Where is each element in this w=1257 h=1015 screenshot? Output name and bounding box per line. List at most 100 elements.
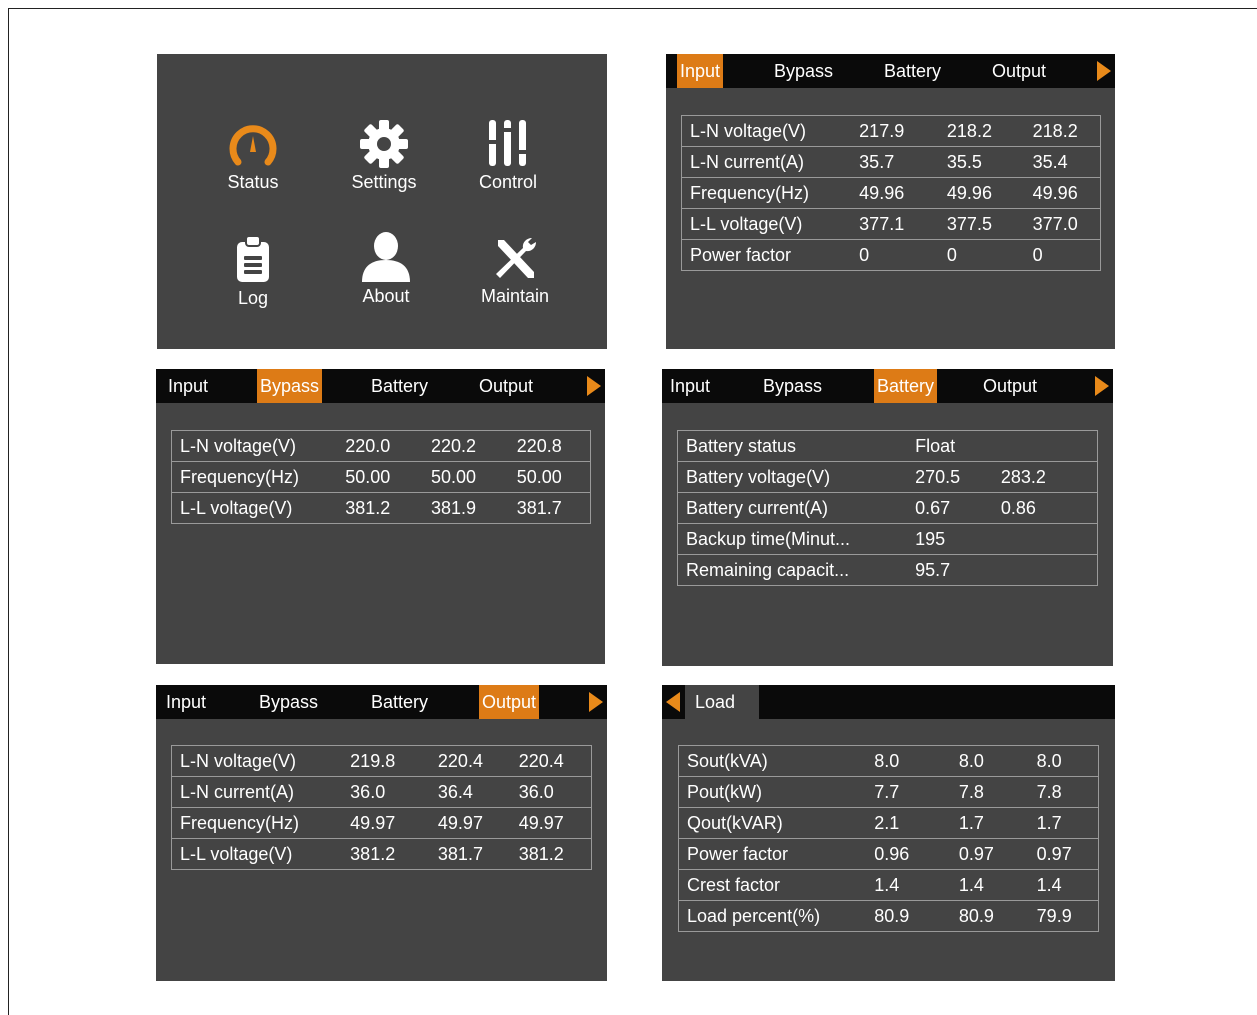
tab-input[interactable]: Input	[667, 369, 713, 403]
log-menu-item[interactable]: Log	[198, 234, 308, 309]
row-value	[992, 554, 1098, 586]
row-value: 49.96	[851, 177, 939, 209]
tab-output[interactable]: Output	[479, 685, 540, 719]
row-label: Power factor	[681, 239, 852, 271]
row-label: Pout(kW)	[678, 776, 867, 808]
tab-bypass[interactable]: Bypass	[771, 54, 836, 88]
table-row: Load percent(%) 80.9 80.9 79.9	[678, 900, 1099, 932]
tab-battery[interactable]: Battery	[881, 54, 944, 88]
row-value: 0.97	[950, 838, 1029, 870]
tab-bar: Input Bypass Battery Output	[156, 369, 605, 403]
tab-battery[interactable]: Battery	[874, 369, 938, 403]
row-value: 220.8	[508, 430, 591, 462]
row-value: 1.4	[866, 869, 951, 901]
bypass-screen: Input Bypass Battery Output L-N voltage(…	[156, 369, 605, 664]
row-value: 220.2	[422, 430, 509, 462]
row-label: L-N voltage(V)	[681, 115, 852, 147]
row-value: 35.5	[938, 146, 1025, 178]
row-value: 2.1	[866, 807, 951, 839]
row-value: 0	[1024, 239, 1101, 271]
tab-output[interactable]: Output	[989, 54, 1049, 88]
about-menu-item[interactable]: About	[331, 230, 441, 307]
table-row: L-L voltage(V) 381.2 381.9 381.7	[171, 492, 591, 524]
row-value: 377.0	[1024, 208, 1101, 240]
table-row: L-N current(A) 36.0 36.4 36.0	[171, 776, 592, 808]
control-menu-item[interactable]: Control	[453, 118, 563, 193]
row-value: 50.00	[422, 461, 509, 493]
previous-page-arrow-icon[interactable]	[666, 692, 680, 712]
row-label: L-L voltage(V)	[171, 492, 338, 524]
table-row: Sout(kVA) 8.0 8.0 8.0	[678, 745, 1099, 777]
row-value: 220.0	[337, 430, 423, 462]
tab-input[interactable]: Input	[677, 54, 724, 88]
table-row: Power factor 0.96 0.97 0.97	[678, 838, 1099, 870]
row-value: 381.2	[510, 838, 592, 870]
tab-bypass[interactable]: Bypass	[256, 685, 321, 719]
row-value: 8.0	[866, 745, 951, 777]
row-value	[992, 430, 1098, 462]
tab-bypass[interactable]: Bypass	[257, 369, 323, 403]
row-value: 0.96	[866, 838, 951, 870]
table-row: Qout(kVAR) 2.1 1.7 1.7	[678, 807, 1099, 839]
row-value: 7.7	[866, 776, 951, 808]
tab-output[interactable]: Output	[980, 369, 1040, 403]
table-row: Pout(kW) 7.7 7.8 7.8	[678, 776, 1099, 808]
gauge-icon	[229, 125, 277, 166]
row-value: 7.8	[1028, 776, 1099, 808]
battery-data-table: Battery status Float Battery voltage(V) 270…	[677, 430, 1098, 586]
row-value: 218.2	[938, 115, 1025, 147]
row-value: 36.0	[342, 776, 430, 808]
maintain-label: Maintain	[480, 286, 550, 306]
tab-load[interactable]: Load	[685, 685, 759, 719]
next-page-arrow-icon[interactable]	[1097, 61, 1111, 81]
row-value: 381.9	[422, 492, 509, 524]
row-value: 1.4	[1028, 869, 1099, 901]
row-value: 49.97	[342, 807, 430, 839]
tab-input[interactable]: Input	[163, 685, 209, 719]
row-value: 218.2	[1024, 115, 1101, 147]
row-value: 8.0	[1028, 745, 1099, 777]
row-value: 0.86	[992, 492, 1098, 524]
row-value: 0	[851, 239, 939, 271]
tab-bar: Input Bypass Battery Output	[666, 54, 1115, 88]
next-page-arrow-icon[interactable]	[587, 376, 601, 396]
home-screen: Status Settings Control Log About Mainta…	[157, 54, 607, 349]
maintain-menu-item[interactable]: Maintain	[460, 236, 570, 307]
table-row: L-N voltage(V) 217.9 218.2 218.2	[681, 115, 1101, 147]
row-label: L-N voltage(V)	[171, 430, 338, 462]
next-page-arrow-icon[interactable]	[589, 692, 603, 712]
row-value: 7.8	[950, 776, 1029, 808]
row-label: Frequency(Hz)	[171, 461, 338, 493]
row-value: 381.7	[508, 492, 591, 524]
row-value: 270.5	[907, 461, 993, 493]
row-value: 283.2	[992, 461, 1098, 493]
row-value: 35.7	[851, 146, 939, 178]
table-row: Frequency(Hz) 49.96 49.96 49.96	[681, 177, 1101, 209]
row-value: 49.97	[429, 807, 511, 839]
row-value: 95.7	[907, 554, 993, 586]
next-page-arrow-icon[interactable]	[1095, 376, 1109, 396]
settings-label: Settings	[351, 172, 417, 192]
status-menu-item[interactable]: Status	[198, 122, 308, 193]
row-value: 377.5	[938, 208, 1025, 240]
tab-bar: Input Bypass Battery Output	[662, 369, 1113, 403]
tab-output[interactable]: Output	[476, 369, 536, 403]
row-label: Battery current(A)	[677, 492, 908, 524]
tab-bypass[interactable]: Bypass	[760, 369, 825, 403]
tab-input[interactable]: Input	[165, 369, 211, 403]
tab-bar: Input Bypass Battery Output	[156, 685, 607, 719]
settings-menu-item[interactable]: Settings	[329, 120, 439, 193]
row-value: 0	[938, 239, 1025, 271]
row-label: L-N current(A)	[681, 146, 852, 178]
table-row: Crest factor 1.4 1.4 1.4	[678, 869, 1099, 901]
tab-battery[interactable]: Battery	[368, 685, 431, 719]
row-value: 195	[907, 523, 993, 555]
row-value: 49.96	[938, 177, 1025, 209]
clipboard-icon	[237, 235, 269, 282]
battery-screen: Input Bypass Battery Output Battery stat…	[662, 369, 1113, 666]
row-value: 36.4	[429, 776, 511, 808]
row-label: Qout(kVAR)	[678, 807, 867, 839]
tab-battery[interactable]: Battery	[368, 369, 431, 403]
row-value: 79.9	[1028, 900, 1099, 932]
row-value: 36.0	[510, 776, 592, 808]
